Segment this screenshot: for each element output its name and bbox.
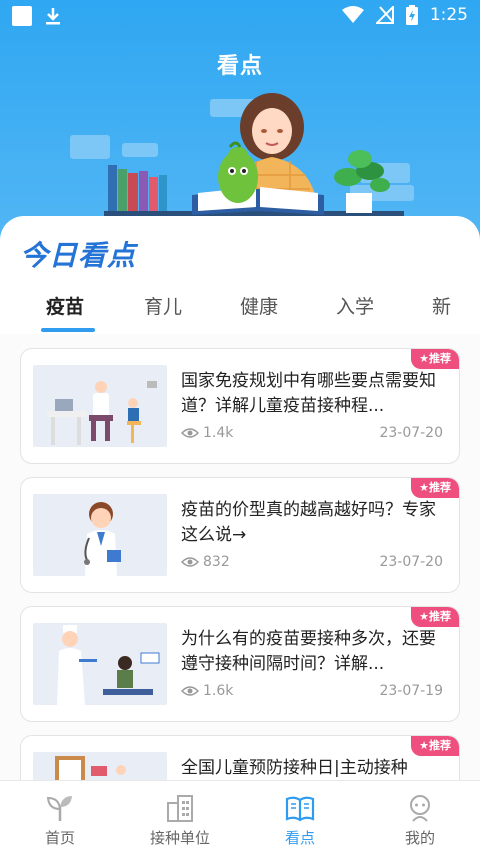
article-card[interactable]: ★推荐 疫苗的价型真的越高越好吗？专家这么说→ 832 23-07-20 [20,477,460,593]
article-meta: 1.4k 23-07-20 [181,425,443,447]
battery-icon [405,5,418,25]
header-banner: 1:25 看点 [0,0,480,240]
nurse-vaccinating-child-illustration [33,623,167,705]
active-tab-indicator [41,328,95,332]
recommended-badge: ★推荐 [411,736,459,756]
nav-profile[interactable]: 我的 [360,781,480,854]
nav-label: 看点 [284,829,315,847]
article-date: 23-07-19 [379,683,443,699]
signal-icon [375,6,394,24]
article-title: 国家免疫规划中有哪些要点需要知道？详解儿童疫苗接种程... [181,371,436,416]
view-count: 1.4k [181,425,233,441]
tab-school-enrollment[interactable]: 入学 [336,292,374,319]
reading-woman-illustration [70,93,414,221]
download-icon [46,8,60,25]
article-meta: 832 23-07-20 [181,554,443,576]
tab-health[interactable]: 健康 [240,292,278,319]
bottom-navigation: 首页 接种单位 看点 我的 [0,780,480,854]
wifi-icon [341,6,364,23]
nav-home[interactable]: 首页 [0,781,120,854]
view-count: 832 [181,554,230,570]
recommended-badge: ★推荐 [411,349,459,369]
tab-vaccine[interactable]: 疫苗 [46,292,84,319]
tab-new[interactable]: 新 [432,292,451,319]
article-meta: 1.6k 23-07-19 [181,683,443,705]
article-card[interactable]: ★推荐 国家免疫规划中有哪些要点需要知道？详解儿童疫苗接种程... 1.4k 2… [20,348,460,464]
section-title: 今日看点 [20,239,137,272]
article-title: 全国儿童预防接种日|主动接种 [181,758,408,778]
eye-icon [181,686,199,696]
sprout-icon [46,796,72,821]
article-title: 为什么有的疫苗要接种多次，还要遵守接种间隔时间？详解... [181,629,436,674]
doctor-with-stethoscope-illustration [33,494,167,576]
notification-square-icon [12,6,32,26]
article-card[interactable]: ★推荐 为什么有的疫苗要接种多次，还要遵守接种间隔时间？详解... 1.6k 2… [20,606,460,722]
article-date: 23-07-20 [379,554,443,570]
building-icon [167,795,193,822]
article-card[interactable]: ★推荐 全国儿童预防接种日|主动接种 [20,735,460,780]
profile-icon [410,795,430,822]
status-time: 1:25 [429,5,468,25]
doctor-examining-child-illustration [33,365,167,447]
nav-vaccination-sites[interactable]: 接种单位 [120,781,240,854]
nav-articles[interactable]: 看点 [240,781,360,854]
recommended-badge: ★推荐 [411,478,459,498]
eye-icon [181,557,199,567]
clinic-room-illustration [33,752,167,780]
page-title: 看点 [216,54,263,79]
category-tabs: 疫苗 育儿 健康 入学 新 [0,282,480,335]
recommended-badge: ★推荐 [411,607,459,627]
nav-label: 接种单位 [149,829,210,847]
eye-icon [181,428,199,438]
article-title: 疫苗的价型真的越高越好吗？专家这么说→ [181,500,436,545]
nav-label: 我的 [404,829,435,847]
open-book-icon [285,796,315,822]
status-bar: 1:25 [0,0,480,34]
nav-label: 首页 [44,829,75,847]
tab-parenting[interactable]: 育儿 [144,292,182,319]
article-list[interactable]: ★推荐 国家免疫规划中有哪些要点需要知道？详解儿童疫苗接种程... 1.4k 2… [0,334,480,780]
article-date: 23-07-20 [379,425,443,441]
view-count: 1.6k [181,683,233,699]
